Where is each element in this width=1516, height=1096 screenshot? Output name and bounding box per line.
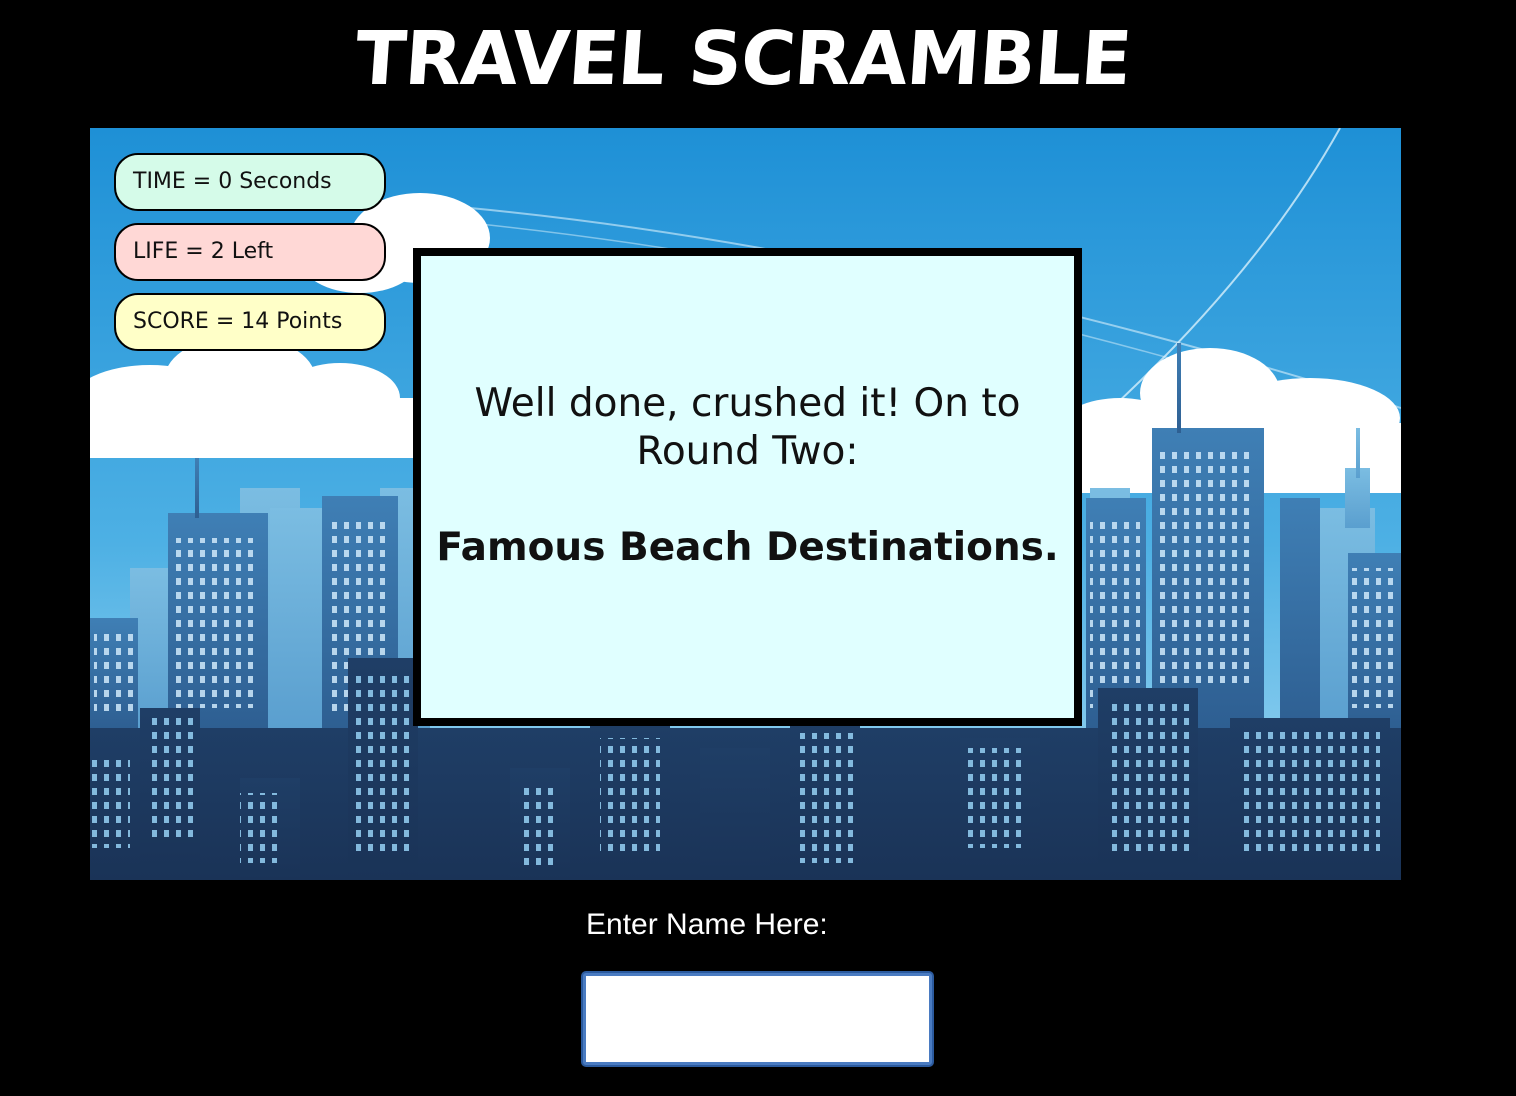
game-title: TRAVEL SCRAMBLE (352, 16, 1134, 102)
next-round-category: Famous Beach Destinations. (436, 525, 1059, 570)
game-page: TRAVEL SCRAMBLE TIME = 0 Seconds LIFE = … (0, 0, 1516, 1096)
round-complete-dialog: Well done, crushed it! On to Round Two: … (413, 248, 1082, 726)
score-counter: SCORE = 14 Points (114, 293, 386, 351)
lives-counter: LIFE = 2 Left (114, 223, 386, 281)
time-counter: TIME = 0 Seconds (114, 153, 386, 211)
round-complete-message: Well done, crushed it! On to Round Two: (474, 381, 1021, 474)
name-input-label: Enter Name Here: (586, 908, 828, 941)
name-input[interactable] (583, 973, 932, 1065)
game-board: TIME = 0 Seconds LIFE = 2 Left SCORE = 1… (90, 128, 1401, 880)
